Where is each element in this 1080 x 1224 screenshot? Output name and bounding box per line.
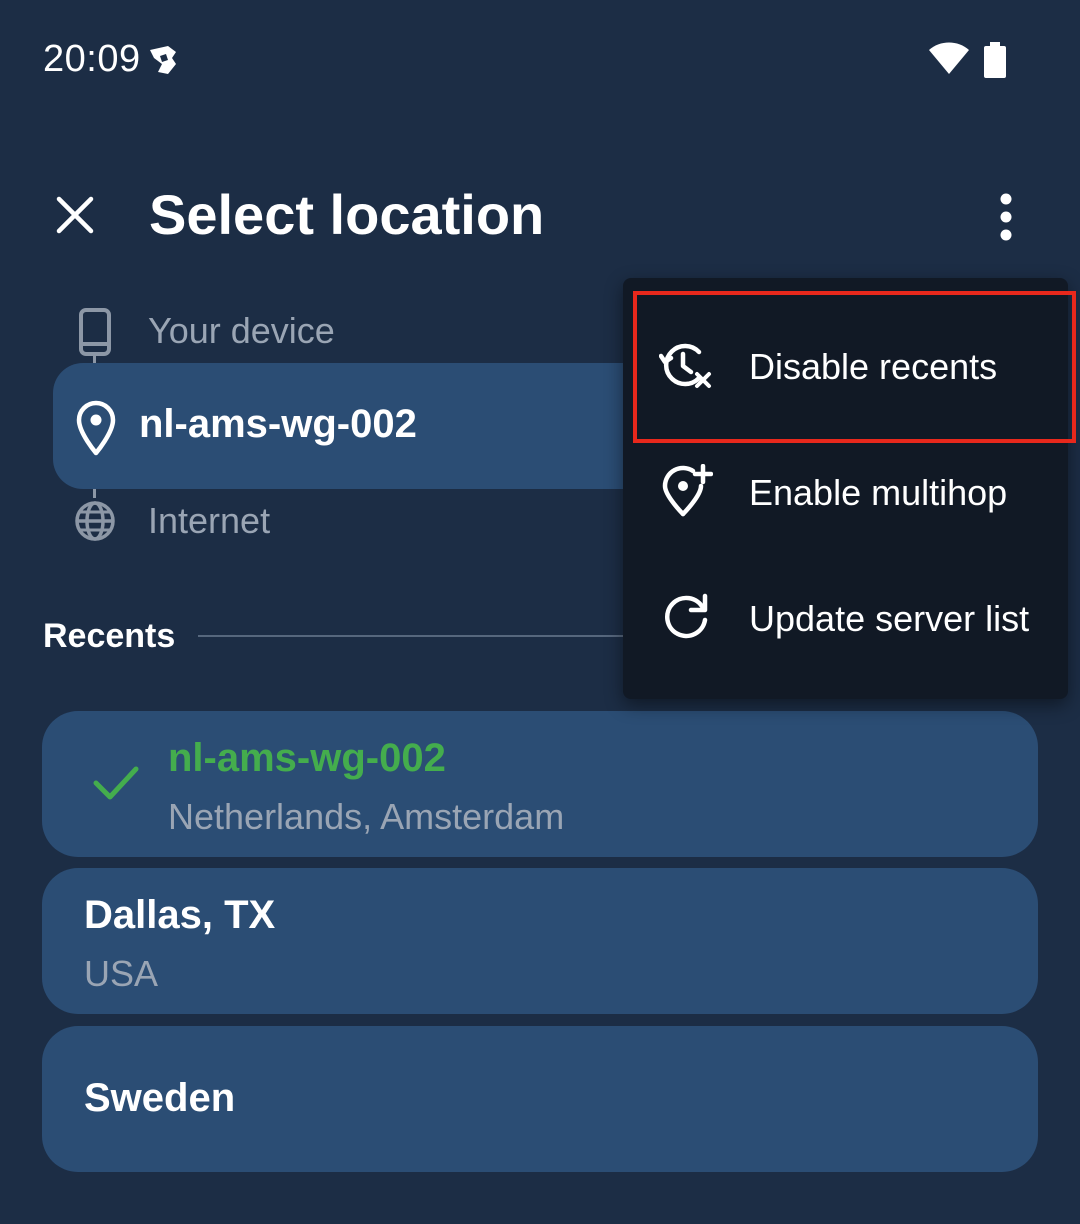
phone-icon	[79, 308, 111, 356]
recent-item-title: nl-ams-wg-002	[168, 736, 446, 780]
recent-item-title: Sweden	[84, 1076, 236, 1120]
internet-label: Internet	[148, 500, 271, 541]
recents-divider	[198, 635, 638, 637]
recent-item-subtitle: USA	[84, 953, 159, 994]
current-server-label: nl-ams-wg-002	[139, 402, 417, 446]
overflow-menu: Disable recents Enable multihop Update s…	[623, 278, 1068, 699]
page-title: Select location	[149, 183, 545, 246]
recent-item-sweden[interactable]: Sweden	[42, 1026, 1038, 1172]
menu-item-disable-recents[interactable]: Disable recents	[623, 302, 1068, 428]
menu-item-label: Enable multihop	[749, 472, 1008, 513]
recent-item-subtitle: Netherlands, Amsterdam	[168, 796, 565, 837]
more-options-button[interactable]	[986, 190, 1026, 244]
notification-icon	[150, 46, 176, 74]
recents-section-title: Recents	[43, 617, 176, 655]
menu-item-update-server-list[interactable]: Update server list	[623, 554, 1068, 680]
recent-item-dallas[interactable]: Dallas, TX USA	[42, 868, 1038, 1014]
menu-item-enable-multihop[interactable]: Enable multihop	[623, 428, 1068, 554]
menu-item-label: Disable recents	[749, 346, 998, 387]
status-time: 20:09	[43, 38, 141, 80]
close-icon	[56, 196, 94, 234]
device-label: Your device	[148, 310, 335, 351]
location-pin-icon	[76, 400, 116, 456]
more-vert-icon	[1000, 193, 1012, 241]
location-add-icon	[662, 464, 713, 517]
wifi-icon	[929, 42, 969, 74]
menu-item-label: Update server list	[749, 598, 1030, 639]
recent-item-title: Dallas, TX	[84, 893, 276, 937]
globe-icon	[75, 501, 115, 541]
close-button[interactable]	[50, 190, 100, 240]
recent-item-nl-ams-wg-002[interactable]: nl-ams-wg-002 Netherlands, Amsterdam	[42, 711, 1038, 857]
history-off-icon	[659, 343, 711, 388]
check-icon	[93, 766, 139, 800]
select-location-screen: 20:09 Select location Your device nl-ams	[0, 0, 1080, 1224]
battery-icon	[984, 42, 1006, 78]
refresh-icon	[665, 593, 708, 639]
